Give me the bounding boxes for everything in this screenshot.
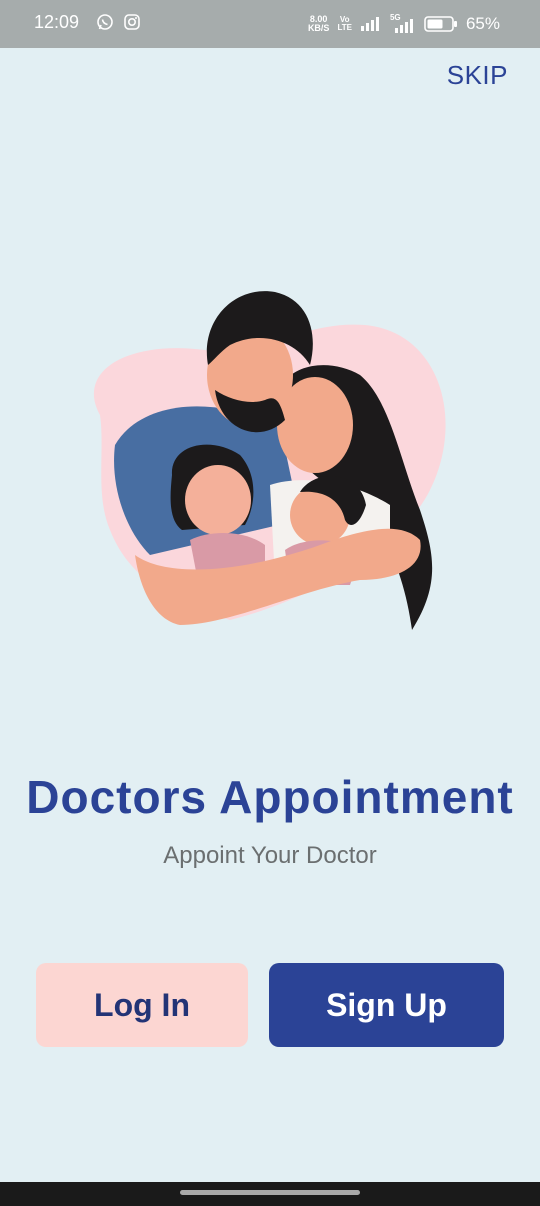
status-bar: 12:09 8.00 KB/S Vo LTE 5G 65% [0, 0, 540, 48]
navigation-bar [0, 1182, 540, 1206]
home-indicator[interactable] [180, 1190, 360, 1195]
instagram-icon [124, 14, 140, 30]
signal-5g-indicator: 5G [390, 14, 416, 34]
page-subtitle: Appoint Your Doctor [163, 842, 377, 869]
vowifi-indicator: Vo LTE [337, 16, 352, 32]
net-speed-unit: KB/S [307, 23, 330, 33]
signal-icon-2 [394, 19, 413, 33]
signup-button[interactable]: Sign Up [269, 963, 504, 1047]
family-hug-illustration [93, 291, 446, 630]
skip-button[interactable]: SKIP [447, 60, 508, 91]
girl-face [185, 465, 251, 535]
vowifi-bottom: LTE [337, 23, 352, 32]
battery-icon [424, 16, 457, 32]
login-button[interactable]: Log In [36, 963, 248, 1047]
whatsapp-icon [97, 14, 113, 30]
page-title: Doctors Appointment [26, 771, 514, 823]
status-time: 12:09 [34, 12, 80, 32]
signal-icon [360, 17, 379, 31]
battery-percent: 65% [465, 14, 500, 33]
status-right-group: 8.00 KB/S Vo LTE 5G 65% [308, 12, 500, 36]
net-speed: 8.00 KB/S [308, 15, 330, 33]
